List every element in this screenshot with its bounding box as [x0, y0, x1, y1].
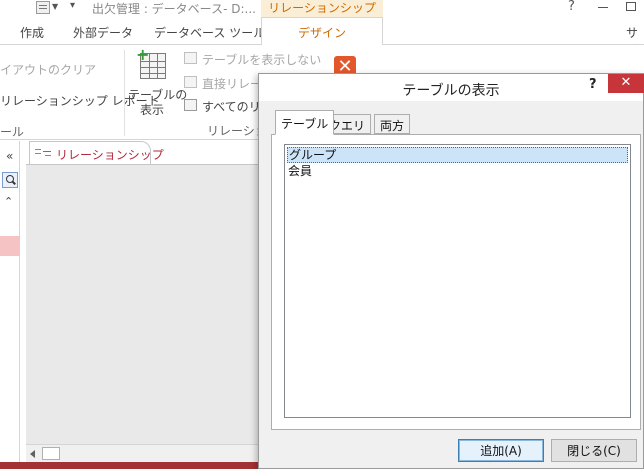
tab-both[interactable]: 両方: [374, 114, 411, 134]
tab-database-tools[interactable]: データベース ツール: [154, 24, 265, 41]
close-button[interactable]: 閉じる(C): [551, 439, 637, 462]
ribbon-separator: [124, 50, 125, 136]
add-button[interactable]: 追加(A): [458, 439, 544, 462]
horizontal-scrollbar[interactable]: [26, 444, 260, 462]
scroll-left-icon[interactable]: [30, 450, 35, 458]
document-tab-relationships[interactable]: リレーションシップ: [29, 141, 164, 164]
chevron-up-icon[interactable]: ⌃: [4, 195, 13, 208]
direct-relationships-icon: [184, 76, 197, 88]
minimize-icon[interactable]: [598, 7, 608, 8]
list-item[interactable]: グループ: [287, 147, 628, 163]
scroll-thumb[interactable]: [42, 447, 60, 460]
title-bar: ▼ ▾ 出欠管理 : データベース- D:... リレーションシップ ツール ?: [0, 0, 644, 31]
dialog-title: テーブルの表示: [402, 83, 500, 99]
quick-access-dropdown-icon[interactable]: ▼: [52, 2, 58, 11]
tab-design[interactable]: デザイン: [261, 17, 383, 46]
clear-layout-button[interactable]: イアウトのクリア: [0, 61, 96, 78]
tab-tables[interactable]: テーブル: [275, 110, 335, 135]
hide-table-button[interactable]: テーブルを表示しない: [202, 51, 321, 68]
hide-table-icon: [184, 52, 197, 64]
tab-create[interactable]: 作成: [20, 24, 44, 41]
dialog-help-button[interactable]: ?: [589, 77, 597, 92]
all-relationships-icon: [184, 99, 197, 111]
tables-listbox[interactable]: グループ 会員: [284, 144, 631, 418]
navigation-pane: « ⌃: [0, 141, 20, 469]
search-icon[interactable]: [2, 172, 18, 188]
list-item[interactable]: 会員: [287, 164, 628, 180]
tools-group-label: ール: [0, 125, 25, 139]
document-tab-label: リレーションシップ: [56, 148, 164, 162]
tab-external-data[interactable]: 外部データ: [73, 24, 133, 41]
customize-quick-access-icon[interactable]: ▾: [70, 0, 75, 11]
dialog-close-icon[interactable]: ✕: [608, 74, 644, 93]
dialog-title-bar[interactable]: テーブルの表示 ? ✕: [259, 74, 644, 101]
tables-panel: グループ 会員: [271, 134, 641, 430]
show-table-button-line2[interactable]: 表示: [140, 101, 164, 118]
add-plus-icon: +: [136, 45, 150, 64]
help-button[interactable]: ?: [568, 0, 575, 14]
nav-selected-item[interactable]: [0, 236, 20, 256]
show-table-dialog: テーブルの表示 ? ✕ テーブル クエリ 両方 グループ 会員 追加(A) 閉じ…: [258, 73, 644, 469]
collapse-nav-icon[interactable]: «: [6, 149, 13, 163]
document-title: 出欠管理 : データベース- D:...: [92, 2, 256, 16]
context-tool-title: リレーションシップ ツール: [261, 0, 383, 31]
relationships-icon: [35, 147, 51, 159]
ribbon-tab-bar: 作成 外部データ データベース ツール デザイン サイ: [0, 17, 644, 57]
restore-icon[interactable]: [626, 2, 636, 11]
quick-access-table-icon[interactable]: [36, 1, 50, 14]
relationships-canvas[interactable]: [26, 164, 260, 444]
